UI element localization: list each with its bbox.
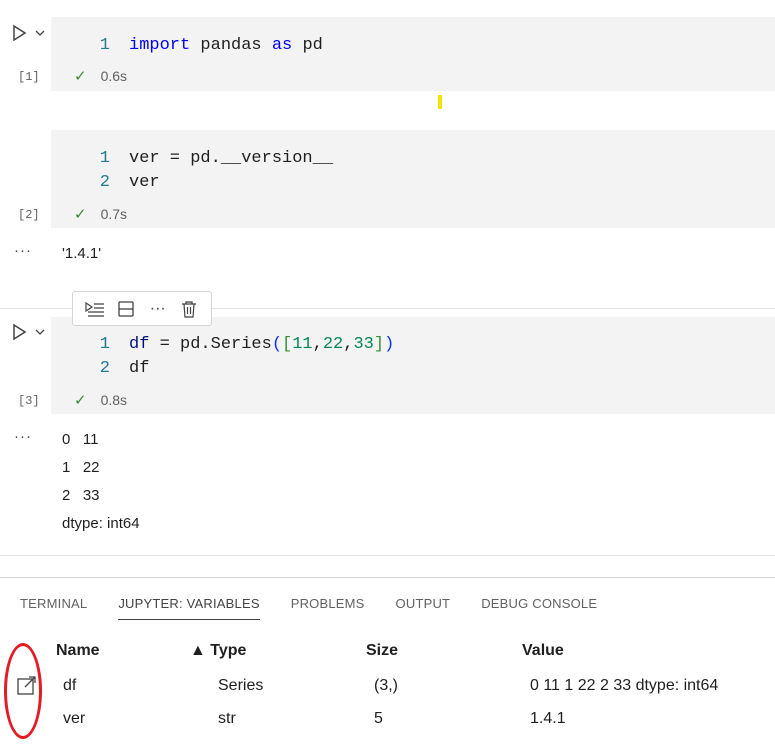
code-text: df (129, 359, 150, 378)
code-text: ver (129, 173, 160, 192)
variable-type: Series (218, 677, 264, 694)
play-icon (13, 24, 45, 42)
bottom-panel: TERMINAL JUPYTER: VARIABLES PROBLEMS OUT… (0, 577, 775, 752)
output-line: 1 22 (62, 459, 100, 476)
tab-output[interactable]: OUTPUT (396, 596, 451, 620)
column-header-value[interactable]: Value (522, 642, 564, 660)
run-by-line-icon[interactable] (83, 297, 107, 321)
execution-count: [1] (18, 70, 40, 84)
line-number: 1 (99, 149, 110, 168)
output-line: 0 11 (62, 431, 99, 448)
line-number: 1 (99, 335, 110, 354)
output-line: 2 33 (62, 487, 100, 504)
cell-toolbar: ··· (72, 291, 212, 326)
execution-time: 0.7s (100, 206, 128, 222)
keyword: as (271, 36, 293, 55)
variable-value: 0 11 1 22 2 33 dtype: int64 (530, 677, 719, 694)
play-icon (13, 323, 45, 341)
line-number: 2 (99, 173, 110, 192)
execution-count: [3] (18, 394, 40, 408)
execution-count: [2] (18, 208, 40, 222)
column-header-type[interactable]: ▲ Type (190, 642, 246, 660)
variable-size: 5 (374, 710, 383, 727)
code-line[interactable]: 2 ver (96, 171, 160, 195)
output-line: dtype: int64 (62, 515, 140, 532)
variable-size: (3,) (374, 677, 398, 694)
execution-status: ✓ 0.8s (74, 391, 127, 409)
variable-type: str (218, 710, 236, 727)
check-icon: ✓ (74, 206, 87, 223)
code-line[interactable]: 2 df (96, 357, 150, 381)
code-text: pandas (190, 36, 272, 55)
delete-icon[interactable] (177, 297, 201, 321)
column-header-name[interactable]: Name (56, 642, 100, 660)
output-more-icon[interactable]: ··· (14, 242, 32, 259)
variable-value: 1.4.1 (530, 710, 566, 727)
keyword: import (129, 36, 191, 55)
run-cell-button[interactable] (12, 23, 48, 43)
code-line[interactable]: 1 ver = pd.__version__ (96, 147, 333, 171)
tab-jupyter-variables[interactable]: JUPYTER: VARIABLES (118, 596, 260, 620)
tab-debug-console[interactable]: DEBUG CONSOLE (481, 596, 597, 620)
code-text: pd (292, 36, 323, 55)
execution-status: ✓ 0.6s (74, 67, 127, 85)
cell-output: '1.4.1' (62, 245, 102, 262)
check-icon: ✓ (74, 68, 87, 85)
tab-problems[interactable]: PROBLEMS (291, 596, 365, 620)
check-icon: ✓ (74, 392, 87, 409)
more-actions-icon[interactable]: ··· (146, 297, 170, 321)
code-text: ver = pd.__version__ (129, 149, 334, 168)
column-header-size[interactable]: Size (366, 642, 398, 660)
output-more-icon[interactable]: ··· (14, 428, 32, 445)
code-line[interactable]: 1 import pandas as pd (96, 34, 323, 58)
line-number: 2 (99, 359, 110, 378)
annotation-circle (4, 643, 42, 739)
cursor-marker (438, 95, 442, 109)
tab-terminal[interactable]: TERMINAL (20, 596, 87, 620)
variable-name: ver (63, 710, 86, 727)
execution-time: 0.8s (100, 392, 128, 408)
code-line[interactable]: 1 df = pd.Series([11,22,33]) (96, 333, 394, 357)
output-divider (0, 555, 775, 556)
variable-name: df (63, 677, 77, 694)
execution-time: 0.6s (100, 68, 128, 84)
run-cell-button[interactable] (12, 322, 48, 342)
execution-status: ✓ 0.7s (74, 205, 127, 223)
panel-tabs: TERMINAL JUPYTER: VARIABLES PROBLEMS OUT… (20, 596, 628, 620)
line-number: 1 (99, 36, 110, 55)
cell-3[interactable] (51, 317, 775, 414)
split-cell-icon[interactable] (114, 297, 138, 321)
